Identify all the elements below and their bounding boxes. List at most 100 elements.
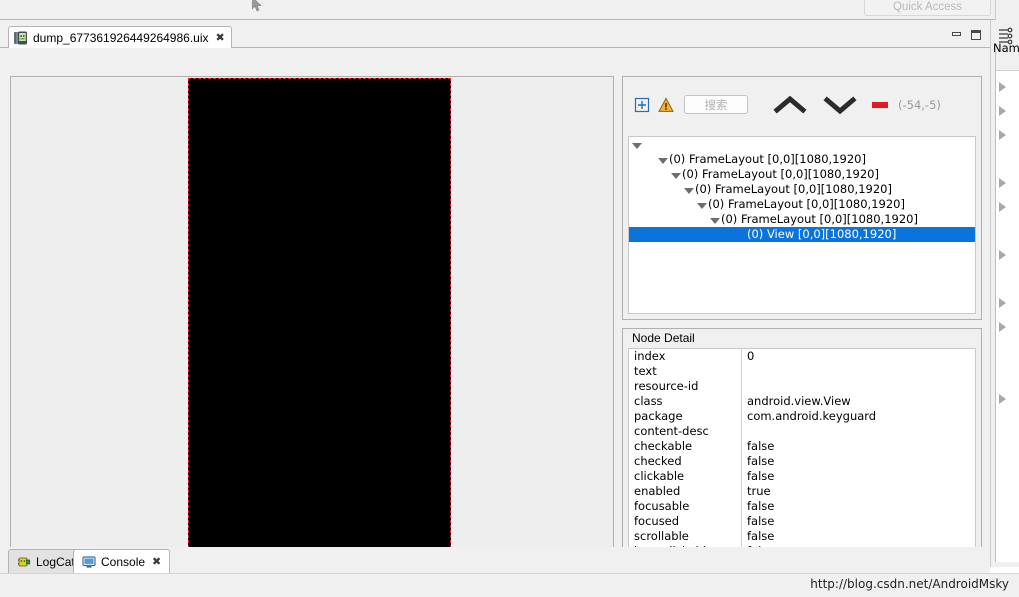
view-tree-group: 搜索 (-54,-5) (0) FrameLayout [0,0][1080,1… [622, 76, 982, 320]
search-input[interactable]: 搜索 [684, 95, 748, 114]
table-row[interactable]: focused false [629, 514, 975, 529]
detail-value: false [747, 529, 775, 543]
tree-node[interactable]: (0) FrameLayout [0,0][1080,1920] [629, 152, 975, 167]
tree-node-label: (0) FrameLayout [0,0][1080,1920] [721, 212, 918, 226]
table-row[interactable]: checked false [629, 454, 975, 469]
detail-key: index [629, 349, 742, 364]
chevron-down-icon[interactable] [709, 214, 720, 225]
detail-key: clickable [629, 469, 742, 484]
tree-node[interactable]: (0) FrameLayout [0,0][1080,1920] [629, 197, 975, 212]
view-hierarchy-tree[interactable]: (0) FrameLayout [0,0][1080,1920] (0) Fram… [628, 136, 976, 314]
table-row[interactable]: checkable false [629, 439, 975, 454]
warning-triangle-icon[interactable] [658, 96, 674, 113]
editor-tab-title: dump_677361926449264986.uix [33, 30, 209, 45]
tab-console-label: Console [101, 554, 146, 569]
table-row[interactable]: content-desc [629, 424, 975, 439]
watermark-url: http://blog.csdn.net/AndroidMsky [810, 577, 1009, 591]
detail-value: false [747, 454, 775, 468]
node-detail-table[interactable]: index 0 text resource-id class android.view.V… [628, 348, 976, 559]
table-row[interactable]: resource-id [629, 379, 975, 394]
chevron-down-icon[interactable] [683, 184, 694, 195]
chevron-down-icon[interactable] [657, 154, 668, 165]
top-right-edge [995, 0, 1019, 20]
chevron-right-icon[interactable] [999, 250, 1006, 260]
maximize-icon[interactable] [970, 29, 982, 41]
right-sidebar: Nam [990, 20, 1019, 567]
table-row[interactable]: index 0 [629, 349, 975, 364]
tree-node-label: (0) View [0,0][1080,1920] [747, 227, 897, 241]
chevron-up-icon[interactable] [772, 92, 808, 118]
detail-key: checked [629, 454, 742, 469]
editor-tab-uix-dump[interactable]: dump_677361926449264986.uix ✖ [8, 26, 232, 48]
editor-body: 搜索 (-54,-5) (0) FrameLayout [0,0][1080,1… [0, 49, 990, 563]
tree-node[interactable]: (0) View [0,0][1080,1920] [629, 227, 975, 242]
table-row[interactable]: text [629, 364, 975, 379]
detail-key: checkable [629, 439, 742, 454]
close-icon[interactable]: ✖ [216, 32, 225, 43]
editor-area: dump_677361926449264986.uix ✖ 搜索 (-54,-5… [0, 20, 990, 563]
tree-node[interactable]: (0) FrameLayout [0,0][1080,1920] [629, 167, 975, 182]
chevron-down-icon[interactable] [696, 199, 707, 210]
chevron-right-icon[interactable] [999, 298, 1006, 308]
table-row[interactable]: enabled true [629, 484, 975, 499]
chevron-right-icon[interactable] [999, 82, 1006, 92]
chevron-right-icon[interactable] [999, 322, 1006, 332]
detail-value: false [747, 439, 775, 453]
mouse-cursor-icon [252, 0, 262, 12]
table-row[interactable]: clickable false [629, 469, 975, 484]
detail-key: focused [629, 514, 742, 529]
top-toolbar-strip: Quick Access [0, 0, 1019, 20]
detail-value: false [747, 514, 775, 528]
device-screenshot-preview[interactable] [188, 78, 451, 548]
chevron-right-icon[interactable] [999, 394, 1006, 404]
table-row[interactable]: package com.android.keyguard [629, 409, 975, 424]
detail-key: focusable [629, 499, 742, 514]
quick-access-button[interactable]: Quick Access [864, 0, 991, 16]
detail-key: text [629, 364, 742, 379]
table-row[interactable]: class android.view.View [629, 394, 975, 409]
detail-key: class [629, 394, 742, 409]
tree-node-label: (0) FrameLayout [0,0][1080,1920] [682, 167, 879, 181]
inspector-pane: 搜索 (-54,-5) (0) FrameLayout [0,0][1080,1… [622, 76, 982, 563]
detail-key: resource-id [629, 379, 742, 394]
detail-value [742, 379, 975, 394]
chevron-down-icon[interactable] [670, 169, 681, 180]
tree-node-label: (0) FrameLayout [0,0][1080,1920] [695, 182, 892, 196]
logcat-icon [17, 555, 31, 569]
detail-value: false [747, 499, 775, 513]
tree-node[interactable] [629, 137, 975, 152]
right-sidebar-column-header: Nam [993, 41, 1019, 55]
bottom-panel: LogCat Console ✖ http://blog.csdn.net/An… [0, 547, 1019, 597]
tab-console[interactable]: Console ✖ [73, 549, 171, 573]
tree-node-label: (0) FrameLayout [0,0][1080,1920] [708, 197, 905, 211]
status-bar: http://blog.csdn.net/AndroidMsky [0, 573, 1019, 597]
tree-node-label: (0) FrameLayout [0,0][1080,1920] [669, 152, 866, 166]
node-detail-title: Node Detail [632, 331, 695, 345]
expand-all-icon[interactable] [634, 97, 650, 113]
device-file-icon [14, 31, 28, 45]
chevron-down-icon[interactable] [822, 92, 858, 118]
chevron-right-icon[interactable] [999, 130, 1006, 140]
minimize-icon[interactable] [951, 29, 963, 41]
tree-node[interactable]: (0) FrameLayout [0,0][1080,1920] [629, 212, 975, 227]
detail-key: content-desc [629, 424, 742, 439]
detail-value [742, 364, 975, 379]
table-row[interactable]: focusable false [629, 499, 975, 514]
screenshot-panel[interactable] [10, 76, 614, 563]
detail-value: false [747, 469, 775, 483]
chevron-right-icon[interactable] [999, 202, 1006, 212]
detail-key: package [629, 409, 742, 424]
chevron-down-icon[interactable] [631, 139, 642, 150]
tree-toolbar: 搜索 (-54,-5) [623, 77, 981, 132]
editor-window-buttons [951, 29, 982, 41]
detail-key: scrollable [629, 529, 742, 544]
table-row[interactable]: scrollable false [629, 529, 975, 544]
close-icon[interactable]: ✖ [152, 555, 161, 568]
tree-node[interactable]: (0) FrameLayout [0,0][1080,1920] [629, 182, 975, 197]
chevron-right-icon[interactable] [999, 178, 1006, 188]
detail-value [742, 424, 975, 439]
cursor-coordinates: (-54,-5) [898, 97, 941, 112]
chevron-right-icon[interactable] [999, 106, 1006, 116]
editor-tab-bar: dump_677361926449264986.uix ✖ [0, 26, 990, 48]
